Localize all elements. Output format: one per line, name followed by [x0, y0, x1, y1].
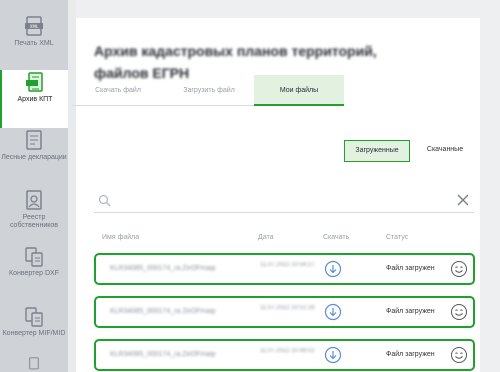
search-bar: [94, 190, 474, 213]
file-date: 11.07.2022 10:54:27: [260, 262, 315, 268]
column-header-name: Имя файла: [102, 234, 140, 241]
archive-document-icon: [26, 72, 43, 92]
status-badge: Файл загружен: [386, 308, 435, 315]
sidebar-item-archive-kpt[interactable]: Архив КПТ: [0, 70, 68, 128]
sidebar-item-more[interactable]: [0, 356, 68, 372]
document-icon: [29, 357, 39, 370]
xml-file-icon: XML: [25, 16, 43, 36]
forest-declaration-icon: [26, 130, 42, 150]
file-date: 11.07.2022 10:51:16: [260, 305, 315, 311]
file-name: KLR34085_000174_ra.ZeOFmaip: [110, 351, 216, 358]
dxf-converter-icon: [25, 247, 43, 267]
tab-upload-file[interactable]: Загрузить файл: [164, 75, 254, 106]
downloaded-filter-button[interactable]: Скачанные: [418, 140, 472, 162]
status-badge: Файл загружен: [386, 351, 435, 358]
sidebar-item-label: Конвертер MIF/MID: [2, 330, 66, 337]
sidebar-item-print-xml[interactable]: XML Печать XML: [0, 14, 68, 72]
column-header-date: Дата: [258, 234, 274, 241]
mif-converter-icon: [25, 307, 43, 327]
status-badge: Файл загружен: [386, 265, 435, 272]
close-icon[interactable]: [456, 193, 470, 207]
sidebar-item-label: Реестр собственников: [9, 214, 59, 229]
download-icon[interactable]: [324, 303, 342, 321]
sidebar-divider: [68, 0, 76, 372]
smile-icon[interactable]: [450, 303, 468, 321]
sidebar-item-owners-registry[interactable]: Реестр собственников: [0, 188, 68, 246]
uploaded-filter-button[interactable]: Загруженные: [344, 140, 410, 162]
table-row[interactable]: KLR34085_000174_ra.ZeOFmaip 11.07.2022 1…: [94, 253, 475, 285]
smile-icon[interactable]: [450, 346, 468, 364]
sidebar-item-mif-converter[interactable]: Конвертер MIF/MID: [0, 304, 68, 362]
file-name: KLR34085_000174_ra.ZeOFmaip: [110, 308, 216, 315]
column-header-status: Статус: [386, 234, 409, 241]
sidebar-item-label: Конвертер DXF: [9, 270, 59, 277]
table-row[interactable]: KLR34085_000174_ra.ZeOFmaip 11.07.2022 1…: [94, 339, 475, 371]
search-icon: [98, 194, 111, 207]
svg-text:XML: XML: [30, 24, 39, 29]
sidebar-item-dxf-converter[interactable]: Конвертер DXF: [0, 244, 68, 302]
sidebar-item-label: Лесные декларации: [1, 154, 67, 161]
file-date: 11.07.2022 10:49:02: [260, 348, 315, 354]
owners-registry-icon: [26, 190, 42, 210]
tab-download-file[interactable]: Скачать файл: [72, 75, 164, 106]
sidebar-item-label: Печать XML: [14, 40, 54, 47]
tab-my-files[interactable]: Мои файлы: [254, 75, 344, 106]
download-icon[interactable]: [324, 260, 342, 278]
column-header-download: Скачать: [323, 234, 350, 241]
sidebar-item-label: Архив КПТ: [17, 96, 53, 103]
file-name: KLR34085_000174_ra.ZeOFmaip: [110, 265, 216, 272]
download-icon[interactable]: [324, 346, 342, 364]
smile-icon[interactable]: [450, 260, 468, 278]
table-row[interactable]: KLR34085_000174_ra.ZeOFmaip 11.07.2022 1…: [94, 296, 475, 328]
sidebar-item-forest-declarations[interactable]: Лесные декларации: [0, 128, 68, 186]
sidebar: XML Печать XML Архив КПТ Лесные декларац…: [0, 0, 68, 372]
search-input[interactable]: [114, 190, 438, 212]
tab-bar: Скачать файл Загрузить файл Мои файлы: [72, 75, 344, 106]
